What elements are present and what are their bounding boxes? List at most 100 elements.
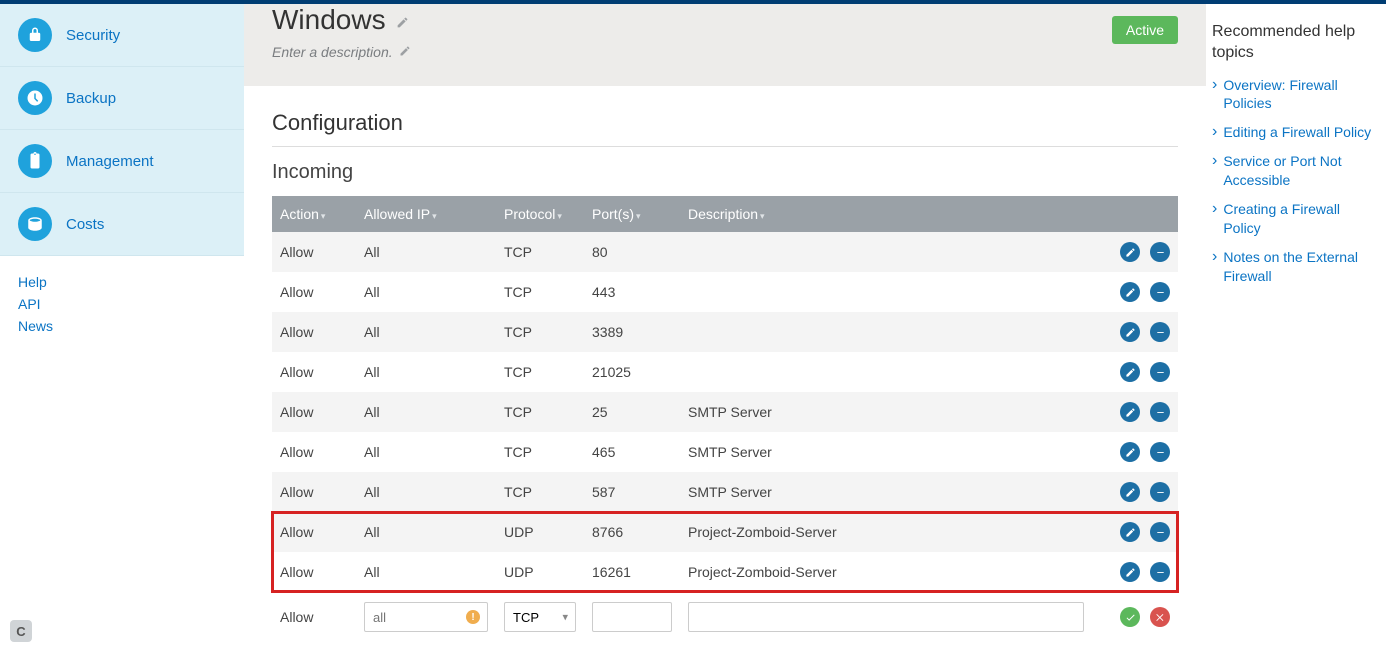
cell-protocol: TCP [496, 432, 584, 472]
edit-rule-button[interactable] [1120, 482, 1140, 502]
link-api[interactable]: API [18, 296, 226, 312]
section-configuration: Configuration [272, 110, 1178, 147]
cell-ports: 465 [584, 432, 680, 472]
edit-rule-button[interactable] [1120, 522, 1140, 542]
table-row: AllowAllTCP3389 [272, 312, 1178, 352]
cell-protocol: TCP [496, 352, 584, 392]
sidebar-item-backup[interactable]: Backup [0, 67, 244, 130]
cell-protocol: TCP [496, 232, 584, 272]
cell-ip: All [356, 312, 496, 352]
help-topic-link[interactable]: Notes on the External Firewall [1223, 248, 1376, 286]
edit-rule-button[interactable] [1120, 402, 1140, 422]
cell-description: SMTP Server [680, 432, 1092, 472]
coins-icon [18, 207, 52, 241]
help-topic-link[interactable]: Creating a Firewall Policy [1223, 200, 1376, 238]
new-rule-action: Allow [272, 592, 356, 642]
edit-rule-button[interactable] [1120, 322, 1140, 342]
edit-rule-button[interactable] [1120, 362, 1140, 382]
sort-caret-icon: ▾ [760, 211, 765, 221]
cell-ports: 25 [584, 392, 680, 432]
edit-rule-button[interactable] [1120, 282, 1140, 302]
cell-ip: All [356, 472, 496, 512]
sort-caret-icon: ▾ [636, 211, 641, 221]
clock-icon [18, 81, 52, 115]
help-panel: Recommended help topics Overview: Firewa… [1206, 4, 1386, 652]
cell-ports: 80 [584, 232, 680, 272]
cell-description [680, 312, 1092, 352]
confirm-add-rule-button[interactable] [1120, 607, 1140, 627]
chat-icon[interactable]: C [10, 620, 32, 642]
help-panel-title: Recommended help topics [1212, 22, 1376, 64]
cell-action: Allow [272, 352, 356, 392]
sort-caret-icon: ▾ [557, 211, 562, 221]
edit-title-icon[interactable] [396, 16, 409, 32]
subsection-incoming: Incoming [272, 161, 1178, 184]
th-action[interactable]: Action▾ [272, 196, 356, 232]
cell-protocol: TCP [496, 472, 584, 512]
delete-rule-button[interactable] [1150, 402, 1170, 422]
cancel-add-rule-button[interactable] [1150, 607, 1170, 627]
delete-rule-button[interactable] [1150, 482, 1170, 502]
sidebar-item-label: Costs [66, 216, 104, 233]
sidebar-item-costs[interactable]: Costs [0, 193, 244, 256]
sidebar-item-label: Management [66, 153, 154, 170]
sidebar-item-security[interactable]: Security [0, 4, 244, 67]
delete-rule-button[interactable] [1150, 442, 1170, 462]
help-topic-link[interactable]: Overview: Firewall Policies [1223, 76, 1376, 114]
delete-rule-button[interactable] [1150, 562, 1170, 582]
sidebar-item-label: Backup [66, 90, 116, 107]
main-content: Windows Enter a description. Active Conf… [244, 4, 1206, 652]
status-badge[interactable]: Active [1112, 16, 1178, 44]
sidebar-secondary-links: Help API News [0, 256, 244, 352]
th-allowed-ip[interactable]: Allowed IP▾ [356, 196, 496, 232]
delete-rule-button[interactable] [1150, 282, 1170, 302]
new-rule-protocol-select[interactable]: TCP [504, 602, 576, 632]
help-topic-item: Creating a Firewall Policy [1212, 200, 1376, 238]
delete-rule-button[interactable] [1150, 322, 1170, 342]
cell-ports: 8766 [584, 512, 680, 552]
new-rule-description-input[interactable] [688, 602, 1084, 632]
page-header: Windows Enter a description. Active [244, 4, 1206, 86]
cell-ip: All [356, 232, 496, 272]
cell-protocol: TCP [496, 272, 584, 312]
sidebar-item-management[interactable]: Management [0, 130, 244, 193]
sort-caret-icon: ▾ [321, 211, 326, 221]
help-topic-item: Notes on the External Firewall [1212, 248, 1376, 286]
new-rule-row: Allow ! TCP [272, 592, 1178, 642]
edit-rule-button[interactable] [1120, 242, 1140, 262]
cell-protocol: UDP [496, 552, 584, 592]
link-help[interactable]: Help [18, 274, 226, 290]
cell-ip: All [356, 432, 496, 472]
th-description[interactable]: Description▾ [680, 196, 1092, 232]
table-row: AllowAllUDP8766Project-Zomboid-Server [272, 512, 1178, 552]
cell-description: SMTP Server [680, 392, 1092, 432]
table-row: AllowAllTCP587SMTP Server [272, 472, 1178, 512]
cell-action: Allow [272, 472, 356, 512]
cell-ip: All [356, 552, 496, 592]
th-ports[interactable]: Port(s)▾ [584, 196, 680, 232]
clipboard-icon [18, 144, 52, 178]
cell-protocol: TCP [496, 312, 584, 352]
help-topic-link[interactable]: Editing a Firewall Policy [1223, 123, 1371, 142]
cell-description [680, 272, 1092, 312]
cell-action: Allow [272, 512, 356, 552]
edit-rule-button[interactable] [1120, 562, 1140, 582]
edit-description-icon[interactable] [399, 44, 411, 60]
new-rule-ports-input[interactable] [592, 602, 672, 632]
cell-ports: 16261 [584, 552, 680, 592]
link-news[interactable]: News [18, 318, 226, 334]
delete-rule-button[interactable] [1150, 242, 1170, 262]
delete-rule-button[interactable] [1150, 522, 1170, 542]
table-row: AllowAllUDP16261Project-Zomboid-Server [272, 552, 1178, 592]
th-protocol[interactable]: Protocol▾ [496, 196, 584, 232]
help-topic-item: Service or Port Not Accessible [1212, 152, 1376, 190]
cell-ip: All [356, 352, 496, 392]
cell-action: Allow [272, 272, 356, 312]
cell-protocol: UDP [496, 512, 584, 552]
sidebar: Security Backup Management Costs Help AP… [0, 4, 244, 652]
edit-rule-button[interactable] [1120, 442, 1140, 462]
table-header-row: Action▾ Allowed IP▾ Protocol▾ Port(s)▾ D… [272, 196, 1178, 232]
delete-rule-button[interactable] [1150, 362, 1170, 382]
help-topic-link[interactable]: Service or Port Not Accessible [1223, 152, 1376, 190]
sidebar-item-label: Security [66, 27, 120, 44]
